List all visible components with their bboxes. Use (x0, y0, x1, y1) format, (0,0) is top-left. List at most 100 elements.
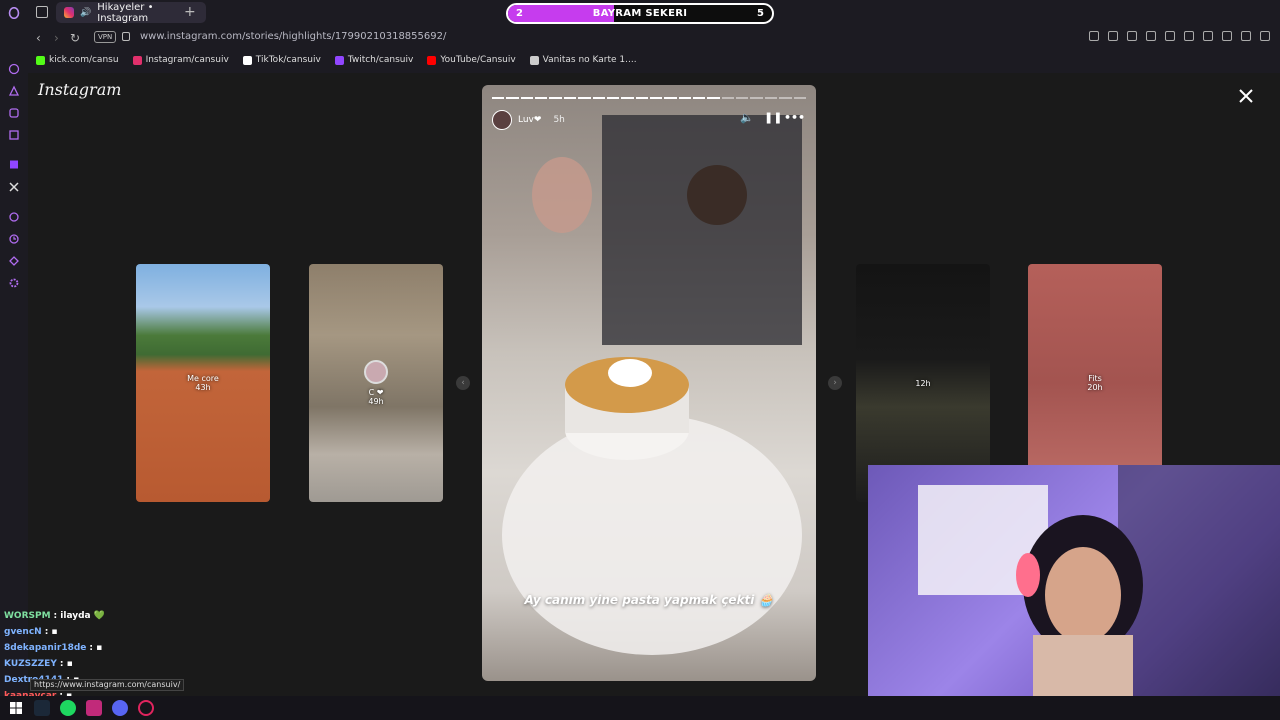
bookmark-item[interactable]: YouTube/Cansuiv (427, 55, 516, 65)
chat-text: : ▪ (59, 659, 73, 669)
twitch-icon (334, 55, 344, 65)
progress-segment (678, 97, 692, 99)
progress-segment (549, 97, 562, 99)
progress-segment (779, 97, 792, 99)
instagram-icon (132, 55, 142, 65)
forward-icon[interactable]: › (54, 31, 59, 45)
progress-segment (506, 97, 519, 99)
story-progress (492, 97, 806, 99)
chat-message: gvencN: ▪ (4, 624, 105, 640)
windows-start-icon[interactable] (8, 700, 24, 716)
settings-icon[interactable] (7, 276, 21, 290)
messenger-icon[interactable] (7, 62, 21, 76)
bookmark-label: TikTok/cansuiv (255, 55, 321, 65)
ai-icon[interactable] (1241, 31, 1251, 41)
status-url: https://www.instagram.com/cansuiv/ (30, 679, 185, 691)
x-sidebar-icon[interactable] (7, 180, 21, 194)
extensions-icon[interactable] (7, 254, 21, 268)
avatar[interactable] (492, 110, 512, 130)
progress-segment (649, 97, 663, 99)
url-field[interactable]: www.instagram.com/stories/highlights/179… (140, 31, 446, 42)
progress-segment (621, 97, 634, 99)
story-thumb-label: Fits (1088, 374, 1102, 383)
story-thumb-time: 49h (368, 397, 384, 406)
chat-username: KUZSZZEY (4, 659, 57, 669)
progress-segment (764, 97, 778, 99)
progress-segment (693, 97, 706, 99)
discord-icon[interactable] (112, 700, 128, 716)
bookmark-toolbar-icon[interactable] (1089, 31, 1099, 41)
back-icon[interactable]: ‹ (36, 31, 41, 45)
music-icon[interactable] (7, 128, 21, 142)
snapshot-icon[interactable] (1108, 31, 1118, 41)
new-tab-button[interactable]: + (184, 4, 196, 20)
spotify-icon[interactable] (60, 700, 76, 716)
tab-menu-icon[interactable] (36, 6, 48, 18)
browser-sidebar (0, 0, 28, 698)
bookmark-label: YouTube/Cansuiv (440, 55, 516, 65)
obs-icon[interactable] (138, 700, 154, 716)
cube-icon[interactable] (1184, 31, 1194, 41)
more-options-icon[interactable]: ••• (784, 111, 805, 124)
bookmark-item[interactable]: Vanitas no Karte 1.... (529, 55, 637, 65)
vpn-badge[interactable]: VPN (94, 31, 117, 43)
profile-icon[interactable] (1203, 31, 1213, 41)
twitch-sidebar-icon[interactable] (7, 158, 21, 172)
bookmark-item[interactable]: Twitch/cansuiv (334, 55, 413, 65)
chat-username: WORSPM (4, 611, 51, 621)
tiktok-icon (242, 55, 252, 65)
webcam-overlay (868, 465, 1280, 720)
progress-segment (492, 97, 505, 99)
bookmarks-bar: kick.com/cansu Instagram/cansuiv TikTok/ca… (28, 52, 1280, 68)
chat-message: 8dekapanir18de: ▪ (4, 640, 105, 656)
workspace-icon[interactable] (7, 84, 21, 98)
steam-icon[interactable] (34, 700, 50, 716)
close-tab-icon[interactable] (1127, 31, 1137, 41)
progress-segment (520, 97, 534, 99)
chat-text: : ▪ (89, 643, 103, 653)
main-story[interactable]: Luv❤ 5h 🔈 ❚❚ ••• Ay canım yine pasta yap… (482, 85, 816, 681)
goal-bar: 2 BAYRAM SEKERI 5 (506, 3, 774, 24)
progress-segment (707, 97, 720, 99)
opera-gx-icon[interactable] (86, 700, 102, 716)
story-thumb-c[interactable]: C ❤ 49h (309, 264, 443, 502)
toolbar-actions (1089, 31, 1270, 41)
clock-icon[interactable] (7, 232, 21, 246)
story-thumb-time: 20h (1087, 383, 1103, 392)
progress-segment (721, 97, 735, 99)
lock-icon[interactable] (122, 32, 130, 41)
bookmark-item[interactable]: Instagram/cansuiv (132, 55, 229, 65)
mute-icon[interactable]: 🔈 (740, 111, 754, 124)
next-story-icon[interactable]: › (828, 376, 842, 390)
close-icon[interactable] (1236, 86, 1256, 106)
progress-segment (578, 97, 591, 99)
story-thumb-time: 43h (195, 383, 211, 392)
download-icon[interactable] (1222, 31, 1232, 41)
heart-icon[interactable] (1165, 31, 1175, 41)
reload-icon[interactable]: ↻ (70, 31, 80, 45)
progress-segment (535, 97, 548, 99)
story-thumb-me-core[interactable]: Me core 43h (136, 264, 270, 502)
speaker-icon[interactable]: 🔊 (80, 8, 91, 18)
taskbar (0, 696, 1280, 720)
play-icon[interactable] (1146, 31, 1156, 41)
pause-icon[interactable]: ❚❚ (764, 111, 782, 124)
chat-text: : ilayda 💚 (53, 611, 105, 621)
kick-icon (36, 55, 45, 65)
bookmark-item[interactable]: TikTok/cansuiv (242, 55, 321, 65)
previous-story-icon[interactable]: ‹ (456, 376, 470, 390)
story-header: Luv❤ 5h (492, 110, 565, 130)
history-icon[interactable] (7, 210, 21, 224)
story-thumb-time: 12h (915, 378, 931, 388)
chat-text: : ▪ (44, 627, 58, 637)
instagram-logo[interactable]: Instagram (38, 80, 121, 99)
whatsapp-icon[interactable] (7, 106, 21, 120)
menu-icon[interactable] (1260, 31, 1270, 41)
chat-username: 8dekapanir18de (4, 643, 87, 653)
bookmark-item[interactable]: kick.com/cansu (36, 55, 119, 65)
story-username[interactable]: Luv❤ (518, 115, 541, 125)
progress-segment (664, 97, 677, 99)
chat-message: WORSPM: ilayda 💚 (4, 608, 105, 624)
story-caption: Ay canım yine pasta yapmak çekti 🧁 (524, 593, 774, 607)
opera-logo-icon[interactable] (7, 6, 21, 20)
